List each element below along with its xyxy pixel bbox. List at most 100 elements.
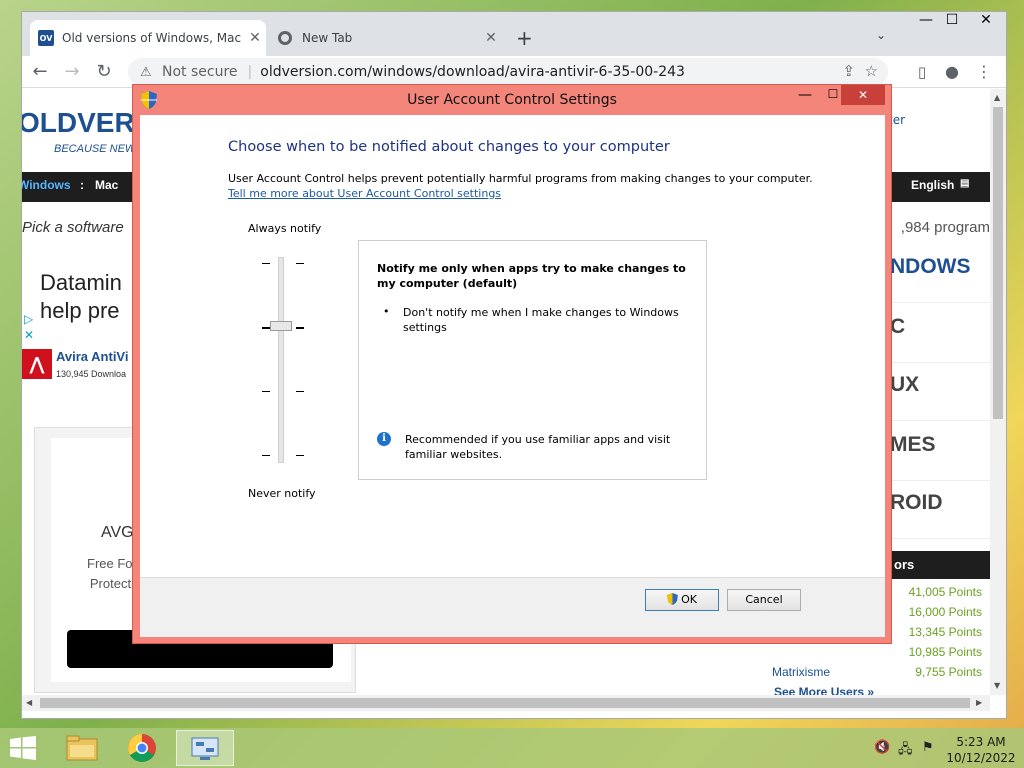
avg-name: AVG bbox=[101, 524, 134, 541]
cancel-button[interactable]: Cancel bbox=[727, 589, 801, 611]
always-notify-label: Always notify bbox=[248, 222, 322, 235]
never-notify-label: Never notify bbox=[248, 487, 316, 500]
user-points: 41,005 Points bbox=[908, 585, 982, 599]
file-explorer-taskbar-button[interactable] bbox=[54, 730, 112, 766]
info-icon: i bbox=[377, 432, 391, 446]
user-name[interactable]: Matrixisme bbox=[772, 665, 830, 679]
speaker-muted-icon[interactable]: 🔇 bbox=[874, 740, 890, 756]
notification-slider-track[interactable] bbox=[278, 257, 284, 463]
nav-mac[interactable]: Mac bbox=[95, 178, 118, 192]
shield-icon bbox=[667, 593, 678, 605]
level-description-box: Notify me only when apps try to make cha… bbox=[358, 240, 707, 480]
notification-slider-thumb[interactable] bbox=[270, 321, 292, 331]
scroll-left-icon[interactable]: ◀ bbox=[26, 698, 32, 707]
reload-icon[interactable]: ↻ bbox=[92, 60, 116, 84]
scroll-right-icon[interactable]: ▶ bbox=[976, 698, 982, 707]
os-link-mac[interactable]: C bbox=[890, 315, 990, 363]
os-link-windows[interactable]: NDOWS bbox=[890, 255, 990, 303]
uac-settings-dialog: User Account Control Settings — ☐ ✕ Choo… bbox=[132, 84, 892, 644]
us-flag-icon: ▤ bbox=[960, 178, 970, 189]
tab-title: Old versions of Windows, Mac ar bbox=[62, 31, 244, 45]
taskbar: 🔇 🖧 ⚑ 5:23 AM 10/12/2022 bbox=[0, 728, 1024, 768]
os-link-android[interactable]: ROID bbox=[890, 491, 990, 539]
network-icon[interactable]: 🖧 bbox=[898, 740, 914, 757]
back-arrow-icon[interactable]: ← bbox=[28, 60, 52, 84]
tab-oldversion[interactable]: OV Old versions of Windows, Mac ar ✕ bbox=[30, 20, 266, 56]
address-bar[interactable]: ⚠ Not secure | oldversion.com/windows/do… bbox=[128, 58, 888, 86]
nav-windows[interactable]: Windows bbox=[22, 178, 71, 192]
dialog-footer: OK Cancel bbox=[140, 578, 885, 637]
slider-tick bbox=[262, 391, 270, 392]
dialog-heading: Choose when to be notified about changes… bbox=[228, 139, 670, 155]
slider-tick bbox=[262, 263, 270, 264]
avira-product-name[interactable]: Avira AntiVi bbox=[56, 349, 128, 364]
ok-label: OK bbox=[681, 593, 697, 606]
tab-strip: OV Old versions of Windows, Mac ar ✕ New… bbox=[22, 12, 1006, 56]
clock[interactable]: 5:23 AM 10/12/2022 bbox=[944, 734, 1018, 766]
see-more-users-link[interactable]: See More Users » bbox=[774, 685, 874, 695]
os-link-games[interactable]: MES bbox=[890, 433, 990, 481]
close-button[interactable]: ✕ bbox=[966, 12, 1006, 34]
vertical-scrollbar[interactable]: ▲ ▼ bbox=[990, 89, 1006, 695]
tab-close-icon[interactable]: ✕ bbox=[244, 30, 266, 46]
chrome-taskbar-button[interactable] bbox=[114, 730, 172, 766]
action-center-flag-icon[interactable]: ⚑ bbox=[922, 740, 938, 756]
user-points: 13,345 Points bbox=[908, 625, 982, 639]
ok-button[interactable]: OK bbox=[645, 589, 719, 611]
windows-start-icon[interactable] bbox=[10, 736, 36, 760]
vertical-scroll-thumb[interactable] bbox=[993, 107, 1003, 419]
folder-icon bbox=[66, 735, 98, 761]
control-panel-icon bbox=[191, 737, 219, 760]
level-recommendation: Recommended if you use familiar apps and… bbox=[405, 433, 671, 461]
tab-new-tab[interactable]: New Tab ✕ bbox=[268, 20, 502, 56]
slider-tick bbox=[296, 263, 304, 264]
side-panel-icon[interactable]: ▯ bbox=[910, 60, 934, 84]
tab-title: New Tab bbox=[302, 31, 353, 45]
slider-tick bbox=[262, 327, 270, 329]
profile-avatar-icon[interactable]: ● bbox=[940, 60, 964, 84]
nav-english[interactable]: English bbox=[911, 178, 954, 192]
scroll-up-icon[interactable]: ▲ bbox=[994, 93, 1000, 102]
pick-software-text: Pick a software bbox=[22, 219, 124, 236]
horizontal-scroll-thumb[interactable] bbox=[40, 698, 970, 708]
tab-search-chevron-icon[interactable]: ⌄ bbox=[876, 28, 886, 42]
ad-line-2: help pre bbox=[40, 298, 120, 323]
dialog-titlebar[interactable]: User Account Control Settings — ☐ ✕ bbox=[133, 85, 891, 115]
oldversion-favicon-icon: OV bbox=[38, 30, 54, 46]
ad-choices-icon[interactable]: ▷ ✕ bbox=[24, 311, 34, 343]
chrome-favicon-icon bbox=[278, 31, 292, 45]
menu-kebab-icon[interactable]: ⋮ bbox=[972, 60, 996, 84]
dialog-close-button[interactable]: ✕ bbox=[841, 85, 885, 105]
os-link-linux[interactable]: UX bbox=[890, 373, 990, 421]
warning-triangle-icon[interactable]: ⚠ bbox=[140, 65, 154, 80]
nav-sep: : bbox=[80, 178, 84, 192]
dialog-minimize-button[interactable]: — bbox=[791, 87, 819, 109]
slider-tick bbox=[296, 455, 304, 456]
user-points: 10,985 Points bbox=[908, 645, 982, 659]
tab-close-icon[interactable]: ✕ bbox=[480, 30, 502, 46]
learn-more-link[interactable]: Tell me more about User Account Control … bbox=[228, 187, 501, 200]
horizontal-scrollbar[interactable]: ◀ ▶ bbox=[22, 695, 990, 711]
chrome-icon bbox=[128, 734, 156, 762]
security-label[interactable]: Not secure bbox=[162, 64, 238, 80]
url-text[interactable]: oldversion.com/windows/download/avira-an… bbox=[260, 64, 685, 80]
scroll-down-icon[interactable]: ▼ bbox=[994, 681, 1000, 690]
control-panel-taskbar-button[interactable] bbox=[176, 730, 234, 766]
level-title: Notify me only when apps try to make cha… bbox=[377, 262, 686, 290]
top-contributors-heading: ors bbox=[890, 551, 990, 579]
user-points: 9,755 Points bbox=[915, 665, 982, 679]
site-logo[interactable]: OLDVER bbox=[22, 107, 135, 139]
avira-logo-icon: ⋀ bbox=[22, 349, 52, 379]
forward-arrow-icon[interactable]: → bbox=[60, 60, 84, 84]
share-and-bookmark-icons[interactable]: ⇪ ☆ bbox=[842, 62, 878, 80]
dialog-description: User Account Control helps prevent poten… bbox=[228, 172, 813, 185]
site-tagline: BECAUSE NEW bbox=[54, 143, 136, 155]
dialog-body: Choose when to be notified about changes… bbox=[140, 115, 885, 637]
slider-tick bbox=[296, 391, 304, 392]
level-detail: Don't notify me when I make changes to W… bbox=[403, 306, 679, 334]
new-tab-icon[interactable]: + bbox=[516, 26, 533, 50]
program-count: ,984 program bbox=[900, 219, 990, 236]
bullet-icon: • bbox=[383, 305, 390, 318]
user-points: 16,000 Points bbox=[908, 605, 982, 619]
ad-headline[interactable]: Datamin help pre bbox=[40, 269, 122, 325]
